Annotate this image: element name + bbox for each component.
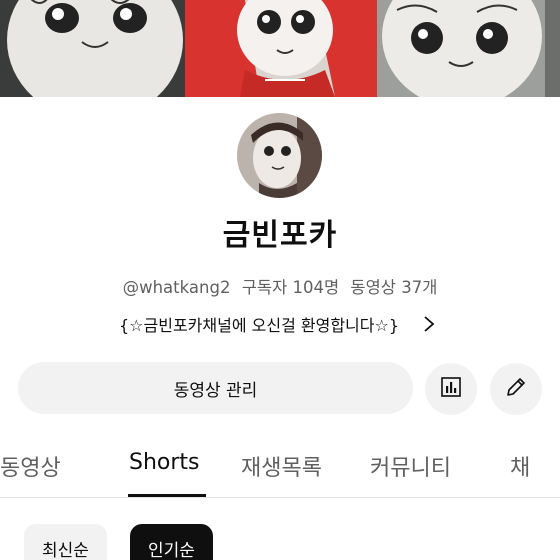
bar-chart-icon xyxy=(439,375,463,403)
channel-banner xyxy=(0,0,560,97)
edit-channel-button[interactable] xyxy=(490,363,542,415)
chevron-right-icon[interactable] xyxy=(417,312,441,336)
tab-more[interactable]: 채 xyxy=(510,450,530,482)
sort-popular-chip[interactable]: 인기순 xyxy=(130,524,213,560)
banner-panel-right xyxy=(377,0,560,97)
channel-tabs: 동영상 Shorts 재생목록 커뮤니티 채 xyxy=(0,440,560,498)
channel-description-text: {☆금빈포카채널에 오신걸 환영합니다☆} xyxy=(118,316,400,335)
channel-avatar[interactable] xyxy=(237,113,322,198)
tab-community[interactable]: 커뮤니티 xyxy=(370,450,451,482)
tab-playlists[interactable]: 재생목록 xyxy=(241,450,322,482)
manage-videos-button[interactable]: 동영상 관리 xyxy=(18,362,413,414)
subscriber-count: 구독자 104명 xyxy=(241,278,340,297)
active-tab-indicator xyxy=(128,494,206,497)
video-count: 동영상 37개 xyxy=(350,278,438,297)
channel-handle: @whatkang2 xyxy=(122,278,231,297)
tab-shorts[interactable]: Shorts xyxy=(129,450,200,475)
banner-panel-middle xyxy=(185,0,377,97)
banner-panel-left xyxy=(0,0,185,97)
sort-latest-chip[interactable]: 최신순 xyxy=(24,524,107,560)
pencil-icon xyxy=(504,375,528,403)
channel-description[interactable]: {☆금빈포카채널에 오신걸 환영합니다☆} xyxy=(0,312,560,336)
channel-name: 금빈포카 xyxy=(222,218,338,253)
tab-videos[interactable]: 동영상 xyxy=(0,450,61,482)
channel-meta: @whatkang2 구독자 104명 동영상 37개 xyxy=(0,274,560,298)
analytics-button[interactable] xyxy=(425,363,477,415)
